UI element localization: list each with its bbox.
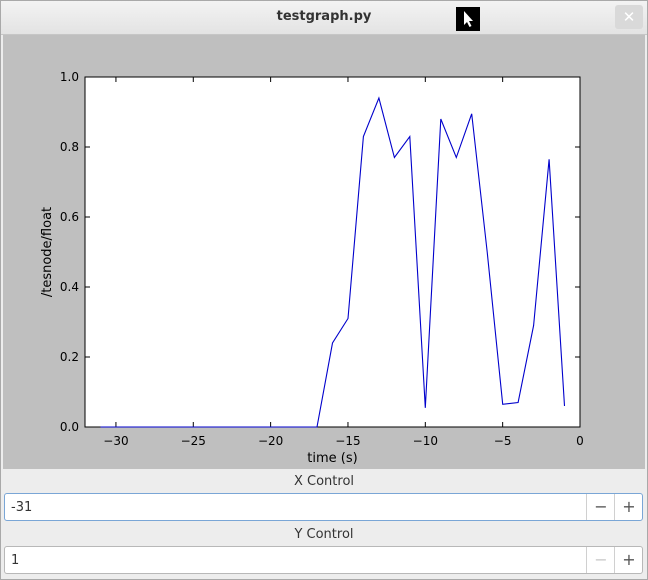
- x-tick-label: 0: [576, 434, 584, 448]
- minus-icon: −: [594, 550, 608, 569]
- x-tick-label: −20: [258, 434, 283, 448]
- close-button[interactable]: ✕: [615, 5, 643, 29]
- window-title: testgraph.py: [276, 9, 372, 24]
- x-tick-label: −10: [413, 434, 438, 448]
- x-tick-label: −30: [103, 434, 128, 448]
- x-control-increment-button[interactable]: +: [614, 494, 643, 520]
- y-control-label: Y Control: [3, 524, 645, 546]
- x-tick-label: −25: [181, 434, 206, 448]
- y-tick-label: 0.8: [60, 140, 79, 154]
- minus-icon: −: [594, 497, 608, 516]
- plot-frame: [84, 76, 581, 428]
- y-tick-label: 0.2: [60, 350, 79, 364]
- title-bar[interactable]: testgraph.py ✕: [1, 1, 647, 35]
- x-control-input[interactable]: [7, 496, 590, 518]
- x-tick-label: −5: [494, 434, 512, 448]
- y-tick-label: 1.0: [60, 70, 79, 84]
- x-control-decrement-button[interactable]: −: [586, 494, 615, 520]
- y-control-input[interactable]: [7, 549, 590, 571]
- plot-area: −30 −25 −20 −15 −10 −5 0 0.0 0.2 0.4 0.6 0.8 1.0 tim…: [3, 35, 645, 469]
- app-window: testgraph.py ✕ −30 −25 −20 −15 −10 −5 0 0.0 0.2 0…: [0, 0, 648, 580]
- x-tick-label: −15: [335, 434, 360, 448]
- close-icon: ✕: [622, 8, 636, 26]
- y-control-spinbox[interactable]: − +: [4, 546, 643, 574]
- x-control-spinbox[interactable]: − +: [4, 493, 643, 521]
- y-control-increment-button[interactable]: +: [614, 547, 643, 573]
- plus-icon: +: [622, 497, 636, 516]
- y-control-decrement-button[interactable]: −: [586, 547, 615, 573]
- y-axis-label: /tesnode/float: [40, 207, 55, 297]
- line-chart: −30 −25 −20 −15 −10 −5 0 0.0 0.2 0.4 0.6 0.8 1.0 tim…: [40, 70, 584, 466]
- y-tick-label: 0.0: [60, 420, 79, 434]
- plus-icon: +: [622, 550, 636, 569]
- x-axis-label: time (s): [307, 451, 357, 466]
- y-tick-label: 0.6: [60, 210, 79, 224]
- y-tick-label: 0.4: [60, 280, 79, 294]
- x-control-label: X Control: [3, 471, 645, 493]
- pointer-arrow-icon: [456, 7, 480, 31]
